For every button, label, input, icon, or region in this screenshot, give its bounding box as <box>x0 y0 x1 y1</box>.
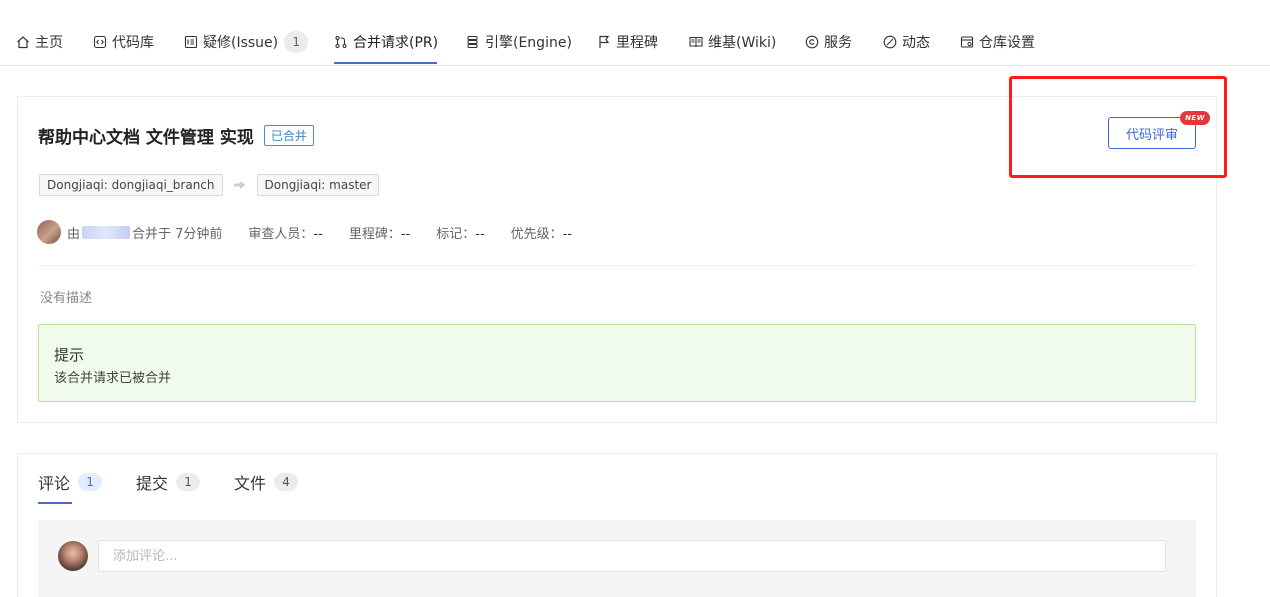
book-icon <box>689 35 703 49</box>
flag-icon <box>597 35 611 49</box>
tags-value: -- <box>475 226 485 242</box>
milestone-value: -- <box>400 226 411 242</box>
divider <box>38 265 1196 266</box>
tip-text: 该合并请求已被合并 <box>54 371 172 386</box>
settings-icon <box>960 35 974 49</box>
nav-item-engine[interactable]: 引擎(Engine) <box>466 30 572 54</box>
tab-files-count: 4 <box>274 473 299 491</box>
current-user-avatar <box>58 541 88 571</box>
tags-label: 标记： <box>436 226 476 242</box>
tab-comments-label: 评论 <box>38 474 71 493</box>
author-name-redacted[interactable] <box>82 225 131 239</box>
nav-item-code[interactable]: 代码库 <box>93 30 154 54</box>
tab-files-label: 文件 <box>234 474 267 493</box>
service-icon <box>805 35 819 49</box>
author-avatar[interactable] <box>37 220 61 244</box>
nav-item-milestone[interactable]: 里程碑 <box>597 30 658 54</box>
tab-commits[interactable]: 提交 1 <box>136 470 201 494</box>
milestone-label: 里程碑： <box>348 226 401 242</box>
nav-label-issue: 疑修(Issue) <box>203 35 279 51</box>
merged-time: 合并于 7分钟前 <box>132 226 223 242</box>
tab-comments-count: 1 <box>78 473 103 491</box>
priority-meta: 优先级：-- <box>511 223 572 242</box>
code-icon <box>93 35 107 49</box>
tab-commits-count: 1 <box>176 473 201 491</box>
source-branch-tag[interactable]: Dongjiaqi: dongjiaqi_branch <box>39 174 223 196</box>
nav-label-code: 代码库 <box>112 35 154 51</box>
pr-tabs: 评论 1 提交 1 文件 4 <box>38 470 332 494</box>
priority-label: 优先级： <box>510 226 563 242</box>
reviewers-meta: 审查人员：-- <box>248 223 322 242</box>
nav-active-indicator <box>334 62 437 64</box>
pr-meta-row: 由 合并于 7分钟前 审查人员：-- 里程碑：-- 标记：-- 优先级：-- <box>37 220 572 244</box>
nav-item-pull-request[interactable]: 合并请求(PR) <box>334 30 438 54</box>
pr-title-row: 帮助中心文档 文件管理 实现 已合并 <box>38 123 314 148</box>
repo-nav: 主页 代码库 疑修(Issue) 1 合并请求(PR) 引擎(Engine) 里… <box>0 0 1270 66</box>
nav-label-milestone: 里程碑 <box>616 35 658 51</box>
pull-request-icon <box>334 35 348 49</box>
tags-meta: 标记：-- <box>436 223 484 242</box>
home-icon <box>16 35 30 49</box>
tab-active-indicator <box>38 502 72 504</box>
nav-label-pull-request: 合并请求(PR) <box>353 35 439 51</box>
priority-value: -- <box>562 226 573 242</box>
nav-label-wiki: 维基(Wiki) <box>708 35 777 51</box>
pr-tabs-card: 评论 1 提交 1 文件 4 <box>17 453 1217 597</box>
engine-icon <box>466 35 480 49</box>
pr-title: 帮助中心文档 文件管理 实现 <box>38 128 254 148</box>
branch-row: Dongjiaqi: dongjiaqi_branch Dongjiaqi: m… <box>39 174 380 196</box>
comment-composer <box>38 520 1196 597</box>
comment-input[interactable] <box>98 540 1166 572</box>
tab-files[interactable]: 文件 4 <box>234 470 299 494</box>
nav-item-activity[interactable]: 动态 <box>883 30 930 54</box>
nav-label-service: 服务 <box>824 35 852 51</box>
milestone-meta: 里程碑：-- <box>349 223 410 242</box>
tab-commits-label: 提交 <box>136 474 169 493</box>
new-badge: NEW <box>1180 111 1210 125</box>
nav-item-service[interactable]: 服务 <box>805 30 852 54</box>
nav-item-home[interactable]: 主页 <box>16 30 63 54</box>
arrow-right-icon <box>233 178 247 192</box>
pr-status-badge: 已合并 <box>263 125 314 146</box>
target-branch-tag[interactable]: Dongjiaqi: master <box>256 174 380 196</box>
nav-label-engine: 引擎(Engine) <box>485 35 572 51</box>
issue-icon <box>184 35 198 49</box>
merged-tip-alert: 提示 该合并请求已被合并 <box>38 324 1196 402</box>
pr-detail-card: 帮助中心文档 文件管理 实现 已合并 代码评审 NEW Dongjiaqi: d… <box>17 96 1217 423</box>
reviewers-label: 审查人员： <box>248 226 314 242</box>
nav-item-settings[interactable]: 仓库设置 <box>960 30 1035 54</box>
nav-item-wiki[interactable]: 维基(Wiki) <box>689 30 776 54</box>
tab-comments[interactable]: 评论 1 <box>38 470 103 494</box>
tip-title: 提示 <box>54 346 85 364</box>
nav-item-issue[interactable]: 疑修(Issue) 1 <box>184 30 309 54</box>
nav-label-settings: 仓库设置 <box>979 35 1035 51</box>
nav-label-home: 主页 <box>35 35 63 51</box>
activity-icon <box>883 35 897 49</box>
issue-count-badge: 1 <box>284 31 309 53</box>
pr-description: 没有描述 <box>40 291 93 306</box>
reviewers-value: -- <box>313 226 323 242</box>
nav-label-activity: 动态 <box>902 35 930 51</box>
author-by-label: 由 <box>67 226 81 242</box>
